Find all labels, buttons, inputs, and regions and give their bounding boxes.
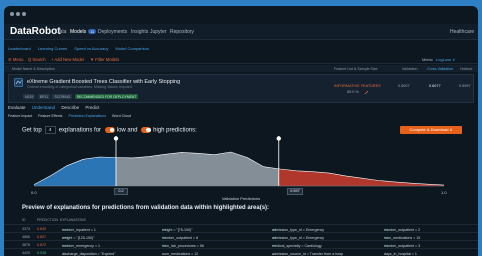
nav-insights[interactable]: Insights	[131, 29, 148, 35]
predictions-label: predictions:	[166, 127, 197, 134]
and-label: and	[127, 127, 138, 134]
model-tag: BP31	[37, 94, 50, 99]
col-feature-list[interactable]: Feature List & Sample Size	[334, 67, 378, 71]
subtab-feature-effects[interactable]: Feature Effects	[38, 114, 62, 118]
top-navbar: DataRobot Data Models 11 Deployments Insi…	[4, 24, 478, 40]
explanations-table-header: ID PREDICTION EXPLANATIONS	[4, 216, 478, 223]
x-axis-label: Validation Predictions	[221, 196, 261, 201]
models-count-badge: 11	[88, 29, 97, 34]
low-threshold-value[interactable]: 0.2	[114, 188, 128, 195]
leaderboard-toolbar: ☰ Menu Q Search + Add New Model ▼ Filter…	[4, 55, 478, 64]
nav-repository[interactable]: Repository	[170, 29, 194, 35]
high-toggle[interactable]	[141, 127, 152, 133]
col-prediction: PREDICTION	[37, 217, 58, 222]
subtab-word-cloud[interactable]: Word Cloud	[112, 114, 131, 118]
tab-describe[interactable]: Describe	[61, 105, 79, 110]
get-top-label: Get top	[22, 127, 42, 134]
model-tabs: Evaluate Understand Describe Predict	[8, 105, 104, 110]
window-close-dot[interactable]	[10, 12, 14, 16]
validation-score: 0.5907	[398, 84, 410, 88]
subnav-learning-curves[interactable]: Learning Curves	[38, 46, 67, 51]
row-id: 3876	[22, 242, 30, 247]
x-tick-label: 0.0	[31, 190, 37, 195]
understand-subtabs: Feature Impact Feature Effects Predictio…	[8, 114, 136, 118]
table-row[interactable]: 4856 0.807 +++ weight = "[125-150)" ++ n…	[4, 232, 478, 240]
add-new-model-button[interactable]: + Add New Model	[51, 57, 84, 62]
explanations-for-label: explanations for	[58, 127, 102, 134]
preview-section-title: Preview of explanations for predictions …	[22, 205, 270, 211]
datarobot-logo[interactable]: DataRobot	[10, 26, 61, 37]
metric-dropdown[interactable]: LogLoss ∨	[436, 57, 455, 62]
sample-size: 80.0 %	[347, 90, 359, 94]
edit-feature-list-icon[interactable]	[364, 90, 369, 95]
nav-models[interactable]: Models 11	[70, 29, 97, 35]
col-explanations: EXPLANATIONS	[60, 217, 86, 222]
low-prediction-area	[34, 157, 116, 186]
model-tag: SCORING	[52, 94, 73, 99]
high-threshold-handle[interactable]	[276, 136, 281, 141]
col-holdout[interactable]: Holdout	[460, 67, 472, 71]
nav-data[interactable]: Data	[56, 29, 67, 35]
search-button[interactable]: Q Search	[28, 57, 46, 62]
x-tick-label: 1.0	[441, 190, 447, 195]
explanation: admission_source_id = Transfer from a ho…	[272, 252, 344, 256]
col-cross-validation[interactable]: Cross-Validation	[427, 67, 453, 71]
compute-download-button[interactable]: Compute & Download ∨	[400, 126, 462, 134]
row-prediction: 0.840	[37, 226, 46, 231]
model-card[interactable]: eXtreme Gradient Boosted Trees Classifie…	[8, 74, 474, 103]
subnav-speed-vs-accuracy[interactable]: Speed vs Accuracy	[74, 46, 108, 51]
model-tags: M119 BP31 SCORING RECOMMENDED FOR DEPLOY…	[23, 94, 140, 99]
tab-evaluate[interactable]: Evaluate	[8, 105, 26, 110]
model-blueprint-icon	[14, 78, 23, 87]
high-label: high	[153, 127, 165, 134]
recommended-badge: RECOMMENDED FOR DEPLOYMENT	[74, 94, 139, 99]
tab-predict[interactable]: Predict	[85, 105, 99, 110]
app-window: DataRobot Data Models 11 Deployments Insi…	[4, 6, 478, 256]
table-row[interactable]: 4420 0.038 --- discharge_disposition = "…	[4, 248, 478, 256]
col-validation[interactable]: Validation	[402, 67, 418, 71]
row-prediction: 0.872	[37, 242, 46, 247]
row-id: 3374	[22, 226, 30, 231]
table-row[interactable]: 3374 0.840 +++ number_inpatient = 1 ++ w…	[4, 224, 478, 232]
leaderboard-column-header: Model Name & Description Feature List & …	[4, 65, 478, 72]
subnav: Leaderboard Learning Curves Speed vs Acc…	[8, 46, 155, 51]
col-model-name[interactable]: Model Name & Description	[12, 67, 55, 71]
row-id: 4856	[22, 234, 30, 239]
subnav-model-comparison[interactable]: Model Comparison	[115, 46, 149, 51]
nav-jupyter[interactable]: Jupyter	[150, 29, 166, 35]
subnav-leaderboard[interactable]: Leaderboard	[8, 46, 31, 51]
nav-deployments[interactable]: Deployments	[98, 29, 127, 35]
table-row[interactable]: 3876 0.872 +++ number_emergency = 1 ++ n…	[4, 240, 478, 248]
subtab-prediction-explanations[interactable]: Prediction Explanations	[68, 114, 106, 118]
cross-validation-score: 0.6077	[429, 84, 441, 88]
col-id: ID	[22, 217, 26, 222]
prediction-distribution-chart	[33, 136, 445, 187]
top-n-input[interactable]: 4	[44, 126, 56, 134]
menu-button[interactable]: ☰ Menu	[8, 57, 23, 62]
row-prediction: 0.807	[37, 234, 46, 239]
model-tag: M119	[23, 94, 36, 99]
nav-models-label: Models	[70, 29, 87, 35]
holdout-score: 0.5997	[459, 84, 471, 88]
project-link[interactable]: Healthcare	[450, 29, 474, 35]
filter-models-button[interactable]: ▼ Filter Models	[90, 57, 119, 62]
low-threshold-handle[interactable]	[113, 136, 119, 141]
subtab-feature-impact[interactable]: Feature Impact	[8, 114, 32, 118]
explanation-controls: Get top 4 explanations for low and high pr…	[22, 126, 197, 134]
window-maximize-dot[interactable]	[22, 12, 26, 16]
explanation: discharge_disposition = "Expired"	[62, 252, 116, 256]
tab-understand[interactable]: Understand	[32, 105, 55, 110]
feature-list-name[interactable]: INFORMATIVE FEATURES	[334, 84, 381, 88]
model-subtitle: Ordinal encoding of categorical variable…	[27, 85, 132, 89]
low-label: low	[116, 127, 126, 134]
metric-label: Metric	[422, 57, 433, 62]
explanation: num_medications = 12	[162, 252, 199, 256]
low-toggle[interactable]	[104, 127, 115, 133]
explanation: days_in_hospital = 1	[384, 252, 417, 256]
high-threshold-value[interactable]: 0.597	[287, 188, 303, 195]
window-minimize-dot[interactable]	[16, 12, 20, 16]
